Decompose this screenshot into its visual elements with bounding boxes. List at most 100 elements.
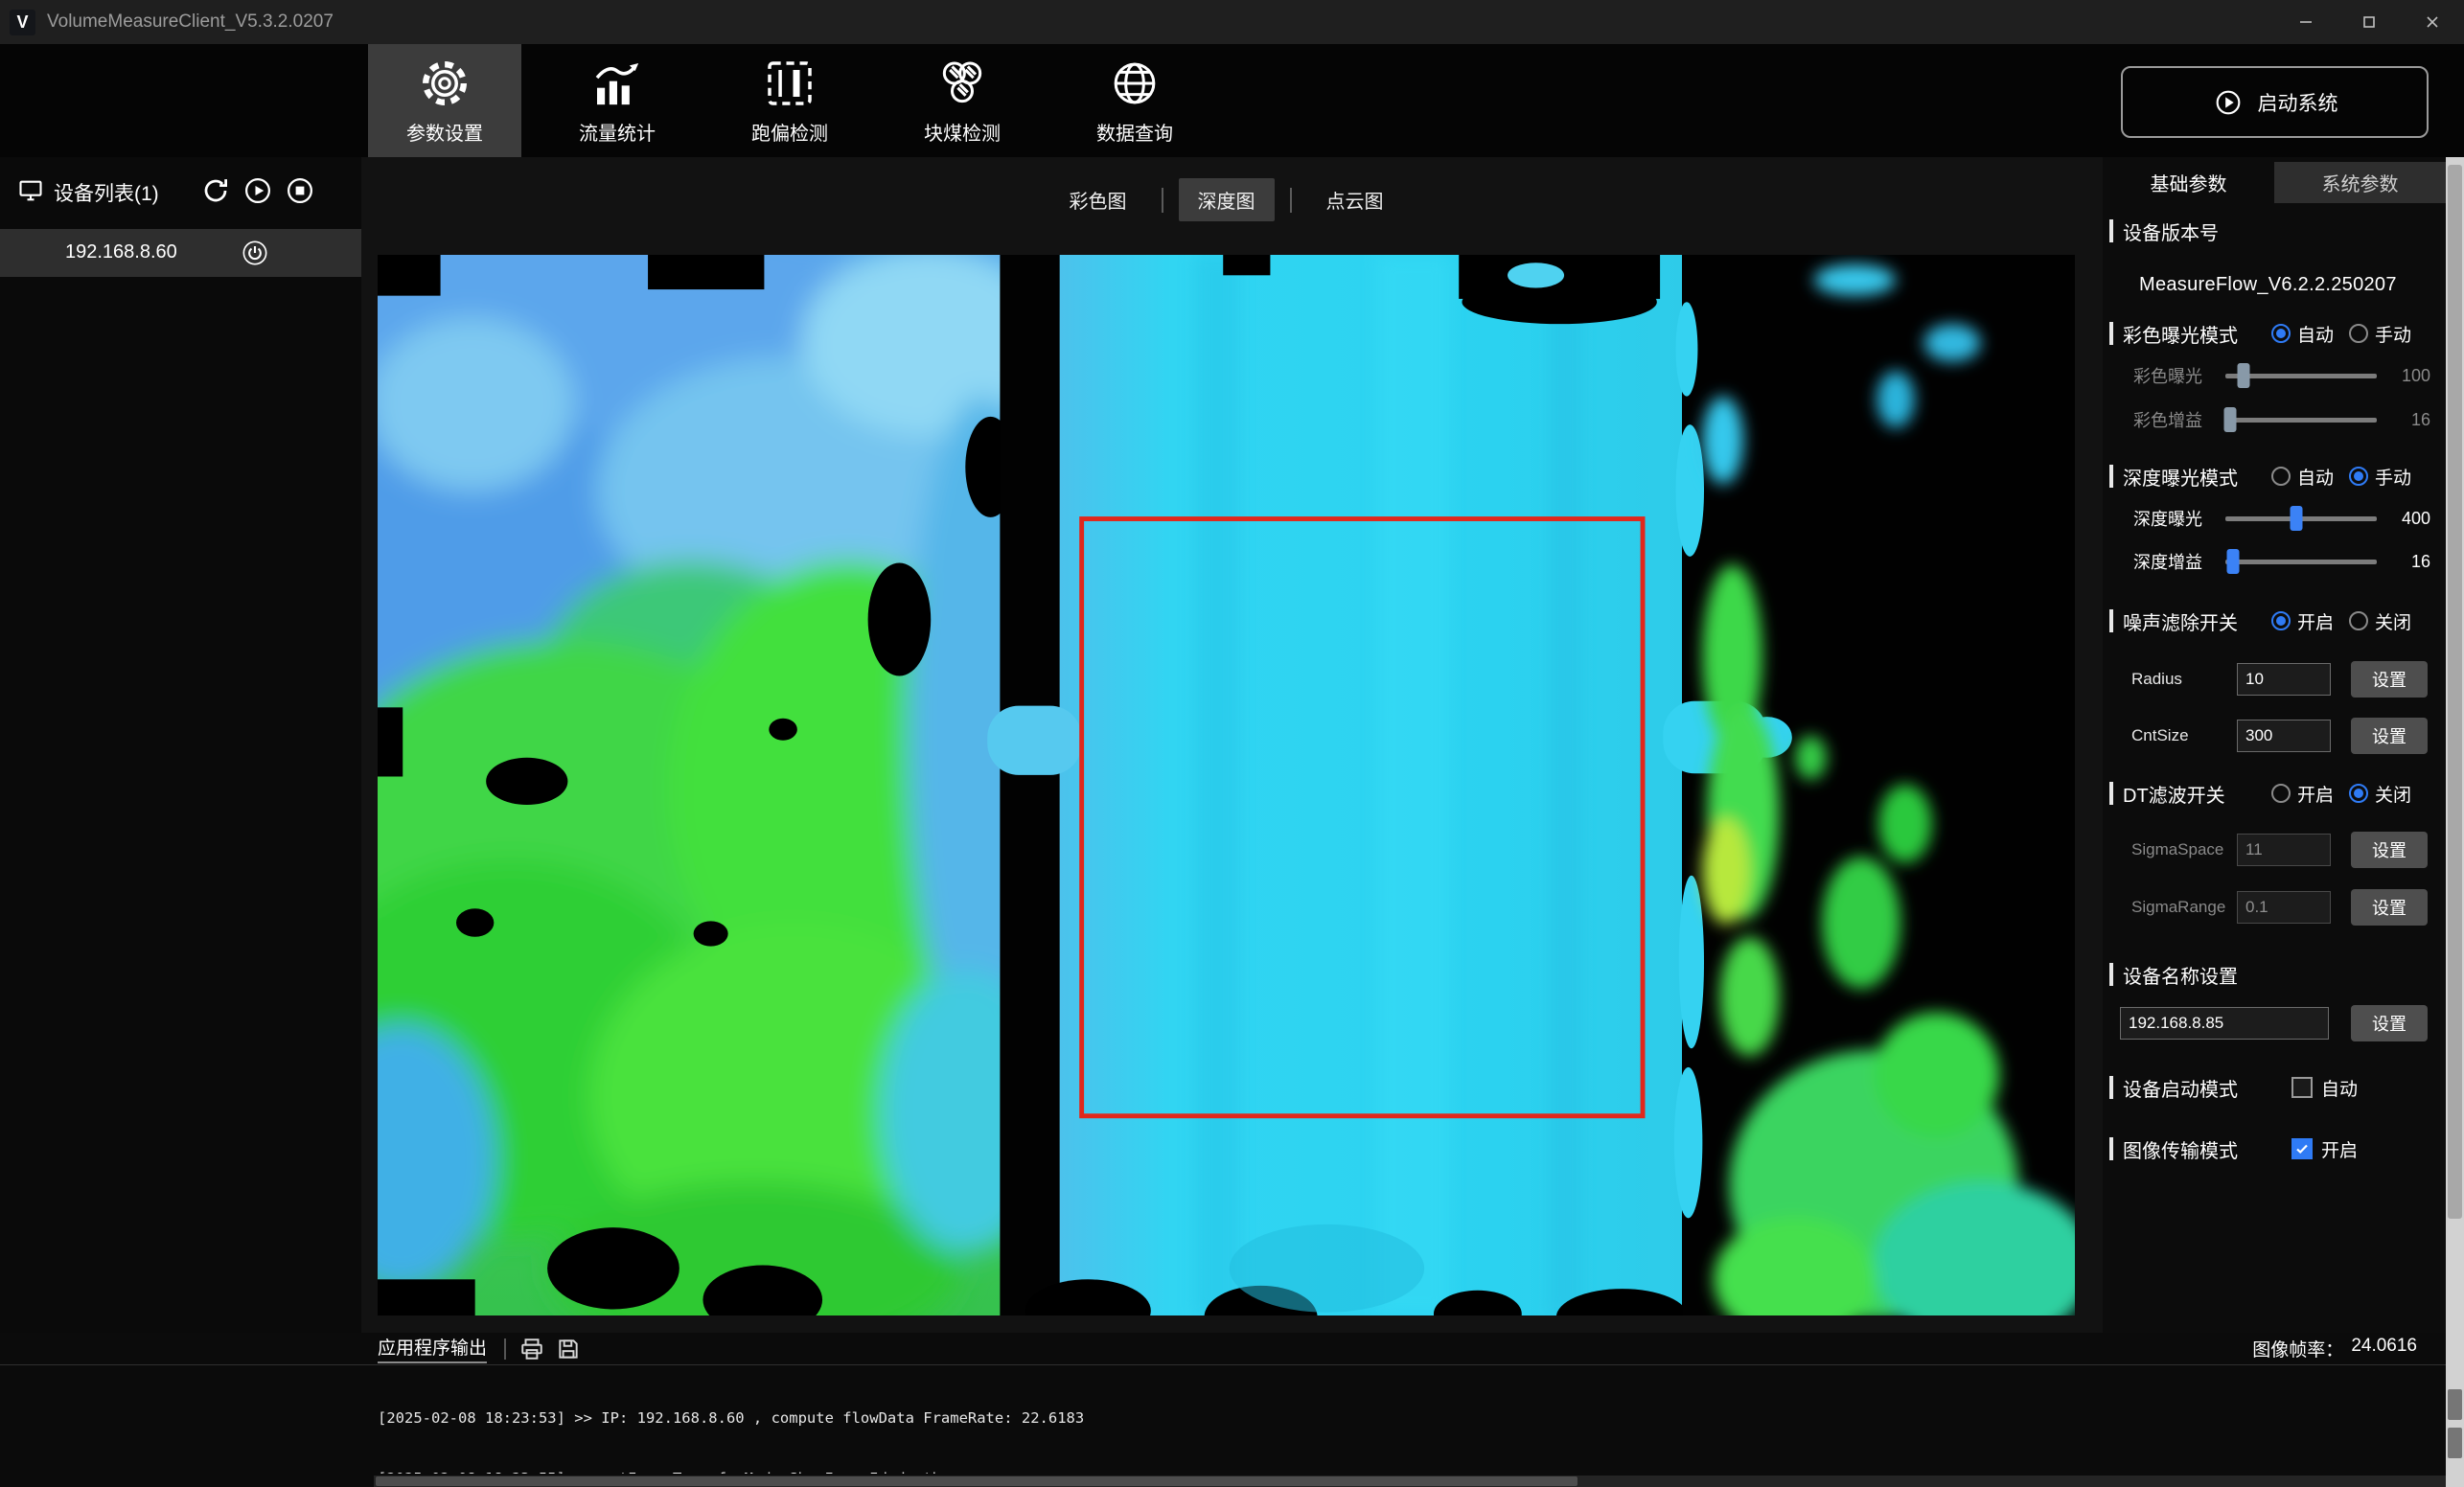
sigma-range-row: SigmaRange 设置 xyxy=(2103,886,2446,928)
image-view-tabs: 彩色图 深度图 点云图 xyxy=(378,178,2075,221)
cntsize-input[interactable] xyxy=(2237,720,2331,752)
device-list-panel: 设备列表(1) 192.168.8.60 xyxy=(0,157,361,1487)
printer-icon[interactable] xyxy=(519,1337,544,1361)
radius-set-button[interactable]: 设置 xyxy=(2351,661,2428,698)
close-button[interactable] xyxy=(2401,0,2464,44)
play-icon xyxy=(243,176,272,205)
dt-filter-on-radio[interactable] xyxy=(2271,784,2291,803)
color-exposure-value: 100 xyxy=(2383,366,2430,386)
transfer-mode-row: 图像传输模式 开启 xyxy=(2103,1130,2446,1168)
save-icon[interactable] xyxy=(556,1337,581,1361)
depth-exposure-mode-row: 深度曝光模式 自动 手动 xyxy=(2103,457,2446,495)
toolbar-item-label: 数据查询 xyxy=(1096,118,1173,146)
scrollbar-thumb[interactable] xyxy=(2448,1389,2462,1420)
radius-input[interactable] xyxy=(2237,663,2331,696)
play-circle-icon xyxy=(2212,86,2245,119)
start-all-devices-button[interactable] xyxy=(243,176,272,205)
tab-color-image[interactable]: 彩色图 xyxy=(1050,178,1146,221)
refresh-devices-button[interactable] xyxy=(201,176,230,205)
noise-filter-on-radio[interactable] xyxy=(2271,611,2291,630)
toolbar-item-parameter-settings[interactable]: 参数设置 xyxy=(368,44,521,157)
scrollbar-thumb[interactable] xyxy=(2448,1428,2462,1458)
device-version-title: 设备版本号 xyxy=(2123,217,2219,245)
start-mode-title: 设备启动模式 xyxy=(2123,1074,2238,1102)
color-exposure-label: 彩色曝光 xyxy=(2133,363,2212,388)
depth-image-viewport[interactable] xyxy=(378,255,2075,1315)
maximize-button[interactable] xyxy=(2337,0,2401,44)
start-system-button[interactable]: 启动系统 xyxy=(2121,66,2429,138)
gear-icon xyxy=(418,57,472,110)
color-exposure-mode-row: 彩色曝光模式 自动 手动 xyxy=(2103,314,2446,353)
minimize-button[interactable] xyxy=(2274,0,2337,44)
color-exposure-manual-radio[interactable] xyxy=(2349,324,2368,343)
tab-system-parameters[interactable]: 系统参数 xyxy=(2274,162,2446,203)
monitor-icon xyxy=(17,177,44,204)
toolbar-item-data-query[interactable]: 数据查询 xyxy=(1058,44,1211,157)
sigma-space-set-button[interactable]: 设置 xyxy=(2351,832,2428,868)
sigma-space-input[interactable] xyxy=(2237,834,2331,866)
device-version-header: 设备版本号 xyxy=(2103,212,2446,250)
device-name-set-button[interactable]: 设置 xyxy=(2351,1005,2428,1041)
start-mode-auto-label: 自动 xyxy=(2321,1075,2358,1101)
device-version-row: MeasureFlow_V6.2.2.250207 xyxy=(2103,265,2446,304)
window-title: VolumeMeasureClient_V5.3.2.0207 xyxy=(47,11,334,33)
depth-gain-slider-handle[interactable] xyxy=(2226,549,2239,574)
depth-image xyxy=(378,255,2075,1315)
transfer-mode-on-checkbox[interactable] xyxy=(2291,1138,2313,1159)
log-panel: 应用程序输出 图像帧率： 24.0616 [2025-02-08 18:23:5… xyxy=(0,1333,2464,1487)
toolbar-item-flow-statistics[interactable]: 流量统计 xyxy=(541,44,694,157)
coal-icon xyxy=(935,57,989,110)
maximize-icon xyxy=(2357,10,2382,34)
color-exposure-auto-radio[interactable] xyxy=(2271,324,2291,343)
stop-all-devices-button[interactable] xyxy=(286,176,314,205)
tab-basic-parameters[interactable]: 基础参数 xyxy=(2103,162,2274,203)
sigma-range-input[interactable] xyxy=(2237,891,2331,924)
scrollbar-thumb[interactable] xyxy=(2448,165,2462,1219)
noise-filter-off-radio[interactable] xyxy=(2349,611,2368,630)
dt-filter-off-radio[interactable] xyxy=(2349,784,2368,803)
depth-exposure-auto-radio[interactable] xyxy=(2271,467,2291,486)
depth-exposure-manual-radio[interactable] xyxy=(2349,467,2368,486)
device-list-item[interactable]: 192.168.8.60 xyxy=(0,229,361,277)
tab-depth-image[interactable]: 深度图 xyxy=(1179,178,1275,221)
depth-exposure-slider-handle[interactable] xyxy=(2291,506,2303,531)
log-line: [2025-02-08 18:23:53] >> IP: 192.168.8.6… xyxy=(378,1408,2421,1429)
noise-filter-title: 噪声滤除开关 xyxy=(2123,607,2238,635)
scrollbar-thumb[interactable] xyxy=(376,1476,1577,1486)
toolbar-item-coal-detection[interactable]: 块煤检测 xyxy=(886,44,1039,157)
toolbar-item-label: 流量统计 xyxy=(579,118,656,146)
depth-gain-slider[interactable] xyxy=(2225,560,2377,564)
log-line: [2025-02-08 18:23:55] >> setImageTransfe… xyxy=(378,1469,2421,1474)
tab-point-cloud[interactable]: 点云图 xyxy=(1307,178,1403,221)
tab-separator xyxy=(1162,188,1163,213)
start-mode-auto-checkbox[interactable] xyxy=(2291,1077,2313,1098)
vertical-scrollbar[interactable] xyxy=(2446,157,2464,1487)
sigma-range-set-button[interactable]: 设置 xyxy=(2351,889,2428,926)
dt-filter-title: DT滤波开关 xyxy=(2123,780,2225,808)
depth-exposure-slider[interactable] xyxy=(2225,516,2377,521)
device-name-title: 设备名称设置 xyxy=(2123,961,2238,989)
cntsize-set-button[interactable]: 设置 xyxy=(2351,718,2428,754)
color-exposure-slider-handle[interactable] xyxy=(2237,363,2249,388)
dt-filter-off-label: 关闭 xyxy=(2375,781,2411,807)
start-system-label: 启动系统 xyxy=(2258,88,2338,117)
color-gain-slider[interactable] xyxy=(2225,418,2377,423)
toolbar-item-label: 跑偏检测 xyxy=(751,118,828,146)
color-gain-slider-handle[interactable] xyxy=(2223,407,2236,432)
radius-row: Radius 设置 xyxy=(2103,658,2446,700)
toolbar-item-label: 块煤检测 xyxy=(924,118,1001,146)
device-name-row: 设置 xyxy=(2103,1002,2446,1044)
section-bar xyxy=(2109,219,2113,242)
toolbar-item-deviation-detection[interactable]: 跑偏检测 xyxy=(713,44,866,157)
device-power-button[interactable] xyxy=(242,240,268,266)
tab-application-output[interactable]: 应用程序输出 xyxy=(378,1334,487,1363)
deviation-icon xyxy=(763,57,817,110)
color-exposure-slider[interactable] xyxy=(2225,374,2377,378)
log-panel-header: 应用程序输出 图像帧率： 24.0616 xyxy=(0,1333,2446,1365)
log-output[interactable]: [2025-02-08 18:23:53] >> IP: 192.168.8.6… xyxy=(378,1368,2421,1474)
device-name-input[interactable] xyxy=(2120,1007,2329,1040)
depth-gain-value: 16 xyxy=(2383,552,2430,572)
dt-filter-on-label: 开启 xyxy=(2297,781,2334,807)
depth-gain-slider-row: 深度增益 16 xyxy=(2103,542,2446,581)
log-horizontal-scrollbar[interactable] xyxy=(374,1476,2446,1487)
